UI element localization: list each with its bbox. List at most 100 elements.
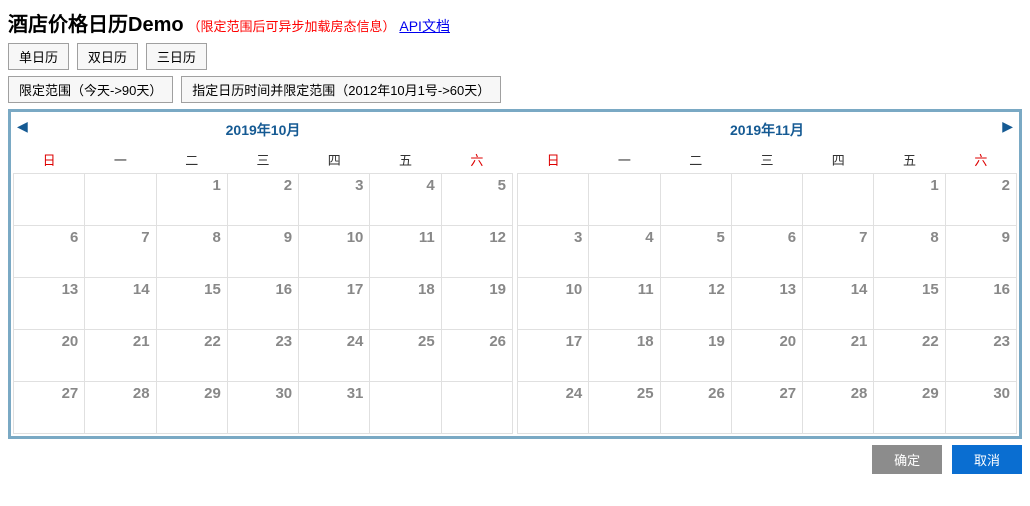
calendar-day[interactable]: 25 (370, 330, 441, 382)
api-doc-link[interactable]: API文档 (399, 18, 450, 34)
calendar-day[interactable]: 13 (14, 278, 85, 330)
calendar-day-empty (441, 382, 512, 434)
calendar-day[interactable]: 20 (731, 330, 802, 382)
calendar-day[interactable]: 6 (731, 226, 802, 278)
calendar-day[interactable]: 31 (299, 382, 370, 434)
calendar-day-empty (370, 382, 441, 434)
toolbar-row-2: 限定范围（今天->90天） 指定日历时间并限定范围（2012年10月1号->60… (8, 76, 1022, 103)
calendar-day[interactable]: 1 (874, 174, 945, 226)
limit-range-button[interactable]: 限定范围（今天->90天） (8, 76, 173, 103)
calendar-day[interactable]: 21 (85, 330, 156, 382)
triple-calendar-button[interactable]: 三日历 (146, 43, 207, 70)
cancel-button[interactable]: 取消 (952, 445, 1022, 474)
weekday-header: 五 (874, 146, 945, 174)
month-panel-right: 2019年11月 日一二三四五六 12345678910111213141516… (517, 114, 1017, 434)
calendar-day[interactable]: 13 (731, 278, 802, 330)
calendar-row: 12345 (14, 174, 513, 226)
calendar-day[interactable]: 24 (299, 330, 370, 382)
calendar-day[interactable]: 22 (874, 330, 945, 382)
calendar-day[interactable]: 8 (156, 226, 227, 278)
calendar-day[interactable]: 4 (370, 174, 441, 226)
calendar-day[interactable]: 30 (227, 382, 298, 434)
calendar-day[interactable]: 23 (227, 330, 298, 382)
calendar-day[interactable]: 8 (874, 226, 945, 278)
calendar-day[interactable]: 21 (803, 330, 874, 382)
calendar-day[interactable]: 15 (156, 278, 227, 330)
prev-month-icon[interactable]: ◀ (17, 118, 28, 135)
calendar-day[interactable]: 23 (945, 330, 1016, 382)
calendar-day[interactable]: 28 (803, 382, 874, 434)
toolbar-row-1: 单日历 双日历 三日历 (8, 43, 1022, 70)
month-title-left: 2019年10月 (13, 114, 513, 146)
calendar-day[interactable]: 16 (945, 278, 1016, 330)
calendar-row: 17181920212223 (518, 330, 1017, 382)
calendar-row: 12 (518, 174, 1017, 226)
calendar-day[interactable]: 3 (299, 174, 370, 226)
calendar-row: 13141516171819 (14, 278, 513, 330)
calendar-day[interactable]: 15 (874, 278, 945, 330)
weekday-header: 日 (14, 146, 85, 174)
calendar-day[interactable]: 18 (370, 278, 441, 330)
weekday-header: 四 (803, 146, 874, 174)
calendar-day[interactable]: 29 (874, 382, 945, 434)
calendar-table-right: 日一二三四五六 12345678910111213141516171819202… (517, 146, 1017, 434)
calendar-day[interactable]: 5 (441, 174, 512, 226)
calendar-day[interactable]: 26 (660, 382, 731, 434)
calendar-day[interactable]: 11 (370, 226, 441, 278)
calendar-day[interactable]: 6 (14, 226, 85, 278)
calendar-day[interactable]: 5 (660, 226, 731, 278)
calendar-day[interactable]: 12 (441, 226, 512, 278)
set-time-range-button[interactable]: 指定日历时间并限定范围（2012年10月1号->60天） (181, 76, 501, 103)
calendar-day[interactable]: 2 (945, 174, 1016, 226)
double-calendar-button[interactable]: 双日历 (77, 43, 138, 70)
calendar-row: 3456789 (518, 226, 1017, 278)
weekday-header: 六 (441, 146, 512, 174)
calendar-day[interactable]: 4 (589, 226, 660, 278)
weekday-header: 三 (731, 146, 802, 174)
calendar-day[interactable]: 11 (589, 278, 660, 330)
single-calendar-button[interactable]: 单日历 (8, 43, 69, 70)
calendar-container: ◀ ▶ 2019年10月 日一二三四五六 1234567891011121314… (8, 109, 1022, 439)
calendar-day-empty (803, 174, 874, 226)
weekday-header: 日 (518, 146, 589, 174)
calendar-day[interactable]: 10 (518, 278, 589, 330)
calendar-day[interactable]: 17 (518, 330, 589, 382)
calendar-day[interactable]: 9 (227, 226, 298, 278)
weekday-header: 三 (227, 146, 298, 174)
calendar-row: 20212223242526 (14, 330, 513, 382)
page-subtitle: （限定范围后可异步加载房态信息） (187, 19, 395, 34)
calendar-day[interactable]: 2 (227, 174, 298, 226)
weekday-header: 二 (660, 146, 731, 174)
calendar-day[interactable]: 7 (85, 226, 156, 278)
calendar-row: 6789101112 (14, 226, 513, 278)
calendar-day[interactable]: 16 (227, 278, 298, 330)
calendar-day[interactable]: 22 (156, 330, 227, 382)
calendar-day[interactable]: 9 (945, 226, 1016, 278)
calendar-day[interactable]: 30 (945, 382, 1016, 434)
calendar-day[interactable]: 7 (803, 226, 874, 278)
weekday-header: 五 (370, 146, 441, 174)
weekday-header: 二 (156, 146, 227, 174)
calendar-day[interactable]: 20 (14, 330, 85, 382)
calendar-day[interactable]: 26 (441, 330, 512, 382)
calendar-day[interactable]: 27 (14, 382, 85, 434)
ok-button[interactable]: 确定 (872, 445, 942, 474)
calendar-day[interactable]: 12 (660, 278, 731, 330)
calendar-day[interactable]: 1 (156, 174, 227, 226)
calendar-day[interactable]: 17 (299, 278, 370, 330)
calendar-day[interactable]: 27 (731, 382, 802, 434)
month-panel-left: 2019年10月 日一二三四五六 12345678910111213141516… (13, 114, 513, 434)
calendar-day[interactable]: 14 (85, 278, 156, 330)
calendar-day[interactable]: 18 (589, 330, 660, 382)
calendar-day[interactable]: 3 (518, 226, 589, 278)
calendar-day[interactable]: 14 (803, 278, 874, 330)
next-month-icon[interactable]: ▶ (1002, 118, 1013, 135)
calendar-day-empty (14, 174, 85, 226)
calendar-day[interactable]: 10 (299, 226, 370, 278)
calendar-day[interactable]: 28 (85, 382, 156, 434)
calendar-day[interactable]: 19 (441, 278, 512, 330)
calendar-day[interactable]: 19 (660, 330, 731, 382)
calendar-day[interactable]: 24 (518, 382, 589, 434)
calendar-day[interactable]: 29 (156, 382, 227, 434)
calendar-day[interactable]: 25 (589, 382, 660, 434)
